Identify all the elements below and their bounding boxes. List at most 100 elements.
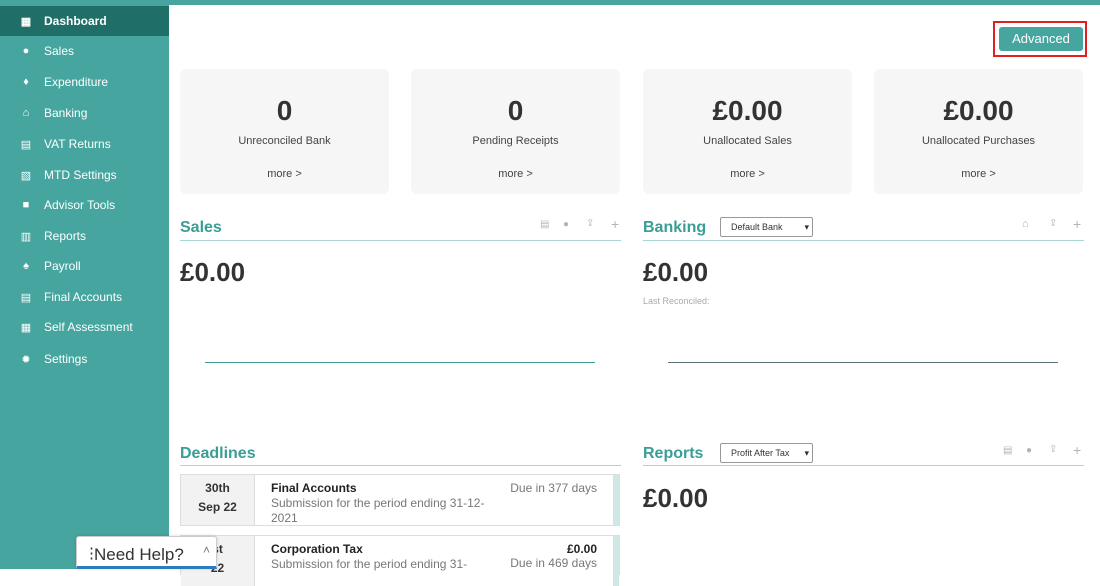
card-label: Unallocated Purchases bbox=[921, 135, 1036, 147]
sales-chart-line bbox=[205, 362, 595, 363]
bank-select[interactable]: Default Bank ▾ bbox=[720, 217, 813, 237]
card-label: Unallocated Sales bbox=[703, 135, 792, 147]
sales-divider bbox=[180, 240, 621, 241]
payroll-icon: ♠ bbox=[23, 260, 29, 272]
sidebar-item-self-assessment[interactable]: ▦ Self Assessment bbox=[0, 312, 169, 342]
deadline-title: Final Accounts bbox=[271, 481, 357, 495]
card-value: 0 bbox=[276, 95, 293, 126]
sales-amount: £0.00 bbox=[180, 257, 246, 287]
last-reconciled-label: Last Reconciled: bbox=[643, 296, 710, 306]
upload-icon[interactable]: ⇪ bbox=[1049, 444, 1057, 455]
banking-chart-line bbox=[668, 362, 1058, 363]
deadline-due: Due in 377 days bbox=[510, 481, 597, 495]
chevron-up-icon[interactable]: ˄ bbox=[203, 543, 210, 557]
deadline-row[interactable]: st 22 Corporation Tax Submission for the… bbox=[180, 535, 620, 586]
card-value: 0 bbox=[507, 95, 524, 126]
sidebar-item-final-accounts[interactable]: ▤ Final Accounts bbox=[0, 282, 169, 312]
card-label: Unreconciled Bank bbox=[238, 135, 331, 147]
card-more-link[interactable]: more > bbox=[643, 168, 852, 180]
sidebar-item-dashboard[interactable]: ▦ Dashboard bbox=[0, 6, 169, 36]
sidebar-item-advisor-tools[interactable]: ■ Advisor Tools bbox=[0, 190, 169, 220]
report-select-value: Profit After Tax bbox=[731, 448, 790, 458]
chevron-down-icon: ▾ bbox=[804, 448, 809, 458]
gear-icon: ✹ bbox=[21, 353, 31, 366]
sidebar-item-label: Payroll bbox=[44, 259, 81, 273]
deadlines-divider bbox=[180, 465, 621, 466]
deadline-title: Corporation Tax bbox=[271, 542, 363, 556]
sidebar-item-label: VAT Returns bbox=[44, 137, 111, 151]
sidebar: ▦ Dashboard ● Sales ♦ Expenditure ⌂ Bank… bbox=[0, 5, 169, 569]
calculator-icon[interactable]: ▤ bbox=[540, 219, 549, 230]
sidebar-item-label: Advisor Tools bbox=[44, 198, 116, 212]
deadline-description: Submission for the period ending 31-12-2… bbox=[271, 496, 485, 525]
user-icon[interactable]: ● bbox=[563, 219, 569, 230]
sidebar-item-label: Expenditure bbox=[44, 75, 109, 89]
upload-icon[interactable]: ⇪ bbox=[1049, 218, 1057, 229]
deadline-row[interactable]: 30th Sep 22 Final Accounts Submission fo… bbox=[180, 474, 620, 526]
sidebar-item-label: MTD Settings bbox=[44, 168, 117, 182]
bank-select-value: Default Bank bbox=[731, 222, 783, 232]
sidebar-item-label: Dashboard bbox=[44, 14, 107, 28]
summary-card-unallocated-purchases: £0.00 Unallocated Purchases more > bbox=[874, 69, 1083, 194]
add-icon[interactable]: + bbox=[611, 216, 619, 232]
sidebar-item-label: Sales bbox=[44, 44, 75, 58]
card-more-link[interactable]: more > bbox=[874, 168, 1083, 180]
clipboard-icon: ▥ bbox=[20, 230, 32, 243]
sidebar-item-label: Reports bbox=[44, 229, 87, 243]
sidebar-item-banking[interactable]: ⌂ Banking bbox=[0, 98, 169, 128]
card-more-link[interactable]: more > bbox=[180, 168, 389, 180]
document-icon: ▧ bbox=[20, 169, 32, 182]
sidebar-item-label: Self Assessment bbox=[44, 320, 133, 334]
sidebar-item-sales[interactable]: ● Sales bbox=[0, 36, 169, 66]
sidebar-item-vat-returns[interactable]: ▤ VAT Returns bbox=[0, 129, 169, 159]
report-select[interactable]: Profit After Tax ▾ bbox=[720, 443, 813, 463]
banking-divider bbox=[643, 240, 1084, 241]
coin-icon: ● bbox=[22, 45, 30, 57]
briefcase-icon: ■ bbox=[22, 199, 30, 211]
sidebar-item-label: Settings bbox=[44, 352, 88, 366]
reports-amount: £0.00 bbox=[643, 483, 709, 513]
reports-divider bbox=[643, 465, 1084, 466]
summary-card-pending-receipts: 0 Pending Receipts more > bbox=[411, 69, 620, 194]
need-help-label: Need Help? bbox=[94, 545, 184, 564]
card-value: £0.00 bbox=[712, 95, 783, 126]
deadline-amount: £0.00 bbox=[566, 542, 597, 556]
advanced-button[interactable]: Advanced bbox=[999, 27, 1083, 51]
sidebar-item-payroll[interactable]: ♠ Payroll bbox=[0, 251, 169, 281]
calculator-icon: ▤ bbox=[20, 138, 32, 151]
card-value: £0.00 bbox=[943, 95, 1014, 126]
deadline-status-bar bbox=[613, 536, 619, 586]
reports-title: Reports bbox=[643, 445, 704, 462]
bank-icon: ⌂ bbox=[22, 107, 30, 119]
card-more-link[interactable]: more > bbox=[411, 168, 620, 180]
summary-card-unreconciled-bank: 0 Unreconciled Bank more > bbox=[180, 69, 389, 194]
user-icon[interactable]: ● bbox=[1026, 445, 1032, 456]
deadline-month: Sep 22 bbox=[198, 500, 237, 514]
banking-amount: £0.00 bbox=[643, 257, 709, 287]
money-bag-icon: ♦ bbox=[23, 76, 29, 88]
grid-icon: ▦ bbox=[20, 15, 32, 28]
sidebar-item-expenditure[interactable]: ♦ Expenditure bbox=[0, 67, 169, 97]
deadline-day: 30th bbox=[205, 481, 230, 495]
need-help-widget[interactable]: ⋮ Need Help? ˄ bbox=[76, 536, 217, 569]
chevron-down-icon: ▾ bbox=[804, 222, 809, 232]
sidebar-item-settings[interactable]: ✹ Settings bbox=[0, 344, 169, 374]
sales-title: Sales bbox=[180, 219, 222, 236]
sidebar-item-label: Final Accounts bbox=[44, 290, 123, 304]
deadline-description: Submission for the period ending 31- bbox=[271, 557, 468, 571]
bank-icon[interactable]: ⌂ bbox=[1022, 218, 1029, 230]
sidebar-item-mtd-settings[interactable]: ▧ MTD Settings bbox=[0, 160, 169, 190]
sidebar-item-reports[interactable]: ▥ Reports bbox=[0, 221, 169, 251]
add-icon[interactable]: + bbox=[1073, 442, 1081, 458]
upload-icon[interactable]: ⇪ bbox=[586, 218, 594, 229]
checklist-icon: ▦ bbox=[20, 321, 32, 334]
calculator-icon[interactable]: ▤ bbox=[1003, 445, 1012, 456]
add-icon[interactable]: + bbox=[1073, 216, 1081, 232]
deadline-due: Due in 469 days bbox=[510, 556, 597, 570]
file-icon: ▤ bbox=[20, 291, 32, 304]
deadline-status-bar bbox=[613, 475, 619, 525]
summary-card-unallocated-sales: £0.00 Unallocated Sales more > bbox=[643, 69, 852, 194]
card-label: Pending Receipts bbox=[472, 135, 559, 147]
deadline-date: 30th Sep 22 bbox=[181, 475, 255, 525]
banking-title: Banking bbox=[643, 219, 707, 236]
